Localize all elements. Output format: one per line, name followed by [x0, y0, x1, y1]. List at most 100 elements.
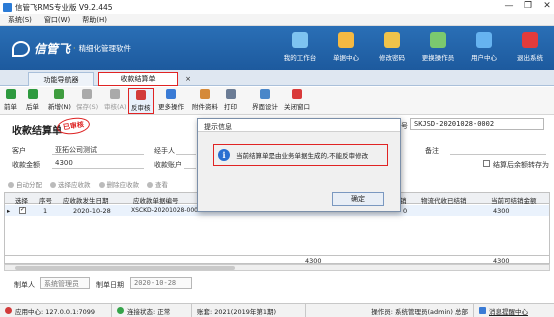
menu-window[interactable]: 窗口(W) — [44, 15, 70, 25]
auto-allocate-button[interactable]: 自动分配 — [8, 179, 42, 189]
toolbar-label: 前单 — [4, 103, 17, 111]
toolbar-label: 反审核 — [131, 104, 151, 112]
col-logistics-settled[interactable]: 物流代收已结销 — [421, 195, 467, 205]
row-available: 4300 — [493, 207, 510, 215]
topnav-label: 单据中心 — [333, 54, 359, 62]
toolbar-more-button[interactable]: 更多操作 — [158, 89, 184, 111]
toolbar-label: 附件资料 — [192, 103, 218, 111]
toolbar-close-window-button[interactable]: 关闭窗口 — [284, 89, 310, 111]
maker-field: 系统管理员 — [40, 277, 90, 289]
auto-transfer-checkbox[interactable] — [483, 160, 490, 167]
detail-toolbar: 自动分配 选择应收款 删除应收款 查看 — [8, 178, 168, 190]
alert-dialog: 提示信息 i 当前结算单是由业务单据生成的,不能反审修改 确定 — [197, 118, 401, 212]
toolbar-unaudit-button[interactable]: 反审核 — [128, 88, 154, 114]
row-pointer-icon: ▸ — [7, 207, 11, 215]
message-center-link[interactable]: 消息提醒中心 — [474, 304, 533, 317]
topnav-label: 修改密码 — [379, 54, 405, 62]
logo: 信管飞 · 精细化管理软件 — [12, 40, 131, 57]
minimize-button[interactable]: — — [504, 1, 514, 11]
account-label: 收款账户 — [154, 161, 182, 169]
tab-function-navigator[interactable]: 功能导航器 — [28, 72, 94, 86]
maximize-button[interactable]: ❐ — [523, 1, 533, 11]
toolbar-arrow-left-button[interactable]: 前单 — [4, 89, 17, 111]
topnav-documents[interactable]: 单据中心 — [326, 32, 366, 62]
handler-underline — [176, 154, 196, 155]
account-underline — [184, 168, 196, 169]
col-index[interactable]: 序号 — [39, 195, 52, 205]
toolbar-label: 保存(S) — [76, 103, 99, 111]
user-icon — [476, 32, 492, 48]
col-doc-no[interactable]: 应收款单据编号 — [133, 195, 179, 205]
attachment-icon — [200, 89, 210, 99]
col-date[interactable]: 应收款发生日期 — [63, 195, 109, 205]
toolbar-add-button[interactable]: 新增(N) — [48, 89, 71, 111]
toolbar-label: 界面设计 — [252, 103, 278, 111]
toolbar-design-button[interactable]: 界面设计 — [252, 89, 278, 111]
row-date: 2020-10-28 — [73, 207, 111, 215]
row-index: 1 — [43, 207, 48, 215]
customer-underline — [52, 154, 144, 155]
dialog-ok-button[interactable]: 确定 — [332, 192, 384, 206]
brand-name: 信管飞 — [34, 42, 71, 56]
topnav-desktop[interactable]: 我的工作台 — [280, 32, 320, 62]
arrow-right-icon — [27, 89, 38, 99]
amount-value[interactable]: 4300 — [55, 159, 73, 167]
amount-label: 收款金额 — [12, 161, 40, 169]
topnav-user[interactable]: 用户中心 — [464, 32, 504, 62]
menu-bar: 系统(S) 窗口(W) 帮助(H) — [0, 14, 554, 26]
view-icon — [147, 182, 153, 188]
tab-strip: 功能导航器 收款结算单 × — [0, 70, 554, 86]
user-switch-icon — [430, 32, 446, 48]
delete-receivable-button[interactable]: 删除应收款 — [98, 179, 139, 189]
topnav-power[interactable]: 退出系统 — [510, 32, 550, 62]
auto-allocate-icon — [8, 182, 14, 188]
window-controls: — ❐ ✕ — [504, 1, 552, 11]
scrollbar-thumb[interactable] — [15, 266, 235, 270]
tab-label: 功能导航器 — [43, 75, 79, 84]
topnav-label: 用户中心 — [471, 54, 497, 62]
auto-transfer-label: 结算后余额转存为 — [493, 161, 549, 169]
topnav-key[interactable]: 修改密码 — [372, 32, 412, 62]
tab-close-icon[interactable]: × — [185, 75, 191, 83]
close-button[interactable]: ✕ — [542, 1, 552, 11]
toolbar-check-button[interactable]: 审核(A) — [104, 89, 127, 111]
message-icon — [479, 307, 486, 314]
toolbar-attachment-button[interactable]: 附件资料 — [192, 89, 218, 111]
dialog-message-box: i 当前结算单是由业务单据生成的,不能反审修改 — [213, 144, 388, 166]
amount-underline — [52, 168, 144, 169]
tab-label: 收款结算单 — [120, 75, 156, 83]
toolbar-arrow-right-button[interactable]: 后单 — [26, 89, 39, 111]
toolbar-print-button[interactable]: 打印 — [224, 89, 237, 111]
toolbar-save-button[interactable]: 保存(S) — [76, 89, 98, 111]
toolbar-label: 更多操作 — [158, 103, 184, 111]
select-receivable-button[interactable]: 选择应收款 — [50, 179, 91, 189]
doc-no-field[interactable]: SKJSD-20201028-0002 — [410, 118, 544, 130]
brand-slogan: 精细化管理软件 — [78, 44, 132, 53]
menu-system[interactable]: 系统(S) — [8, 15, 32, 25]
connection-ok-icon — [117, 307, 124, 314]
window-title-bar: 信管飞RMS专业版 V9.2.445 — ❐ ✕ — [0, 0, 554, 14]
select-icon — [50, 182, 56, 188]
app-icon — [3, 2, 12, 12]
status-app-center: 应用中心: 127.0.0.1:7099 — [0, 304, 112, 317]
menu-help[interactable]: 帮助(H) — [82, 15, 107, 25]
topnav-user-switch[interactable]: 更换操作员 — [418, 32, 458, 62]
date-field: 2020-10-28 — [130, 277, 192, 289]
key-icon — [384, 32, 400, 48]
arrow-left-icon — [5, 89, 16, 99]
status-connection: 连接状态: 正常 — [112, 304, 192, 317]
customer-label: 客户 — [12, 147, 26, 155]
col-select[interactable]: 选择 — [15, 195, 28, 205]
form-title: 收款结算单 — [12, 126, 62, 137]
view-button[interactable]: 查看 — [147, 179, 168, 189]
col-available[interactable]: 当前可结销金额 — [491, 195, 537, 205]
topnav-label: 我的工作台 — [283, 54, 317, 62]
top-navigation: 我的工作台 单据中心 修改密码 更换操作员 用户中心 退出系统 — [280, 32, 550, 62]
horizontal-scrollbar[interactable] — [4, 264, 550, 271]
window-title: 信管飞RMS专业版 V9.2.445 — [15, 2, 113, 12]
print-icon — [225, 89, 236, 99]
row-check-mark-icon: ✓ — [20, 206, 26, 213]
tab-receipt-settlement[interactable]: 收款结算单 × — [98, 72, 191, 86]
desktop-icon — [292, 32, 308, 48]
table-totals-row: 4300 4300 — [5, 255, 549, 263]
